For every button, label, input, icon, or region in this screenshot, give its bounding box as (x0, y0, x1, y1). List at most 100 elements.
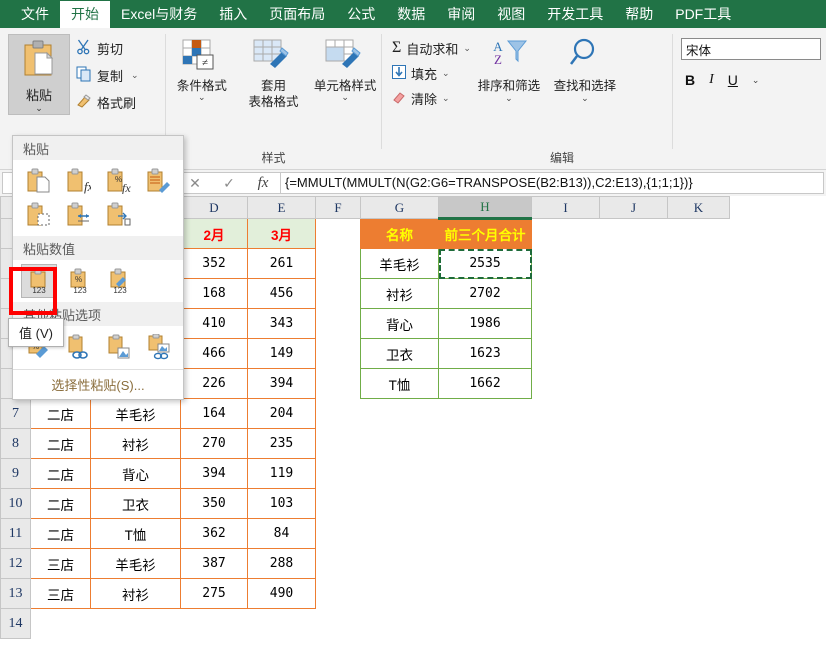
column-header-D[interactable]: D (181, 197, 248, 219)
cell-I14[interactable] (532, 609, 600, 639)
tab-insert[interactable]: 插入 (208, 1, 258, 28)
chevron-down-icon[interactable]: ⌄ (442, 68, 450, 79)
cell-I12[interactable] (532, 549, 600, 579)
fx-icon[interactable]: fx (246, 175, 280, 192)
tab-file[interactable]: 文件 (10, 1, 60, 28)
cell-E7[interactable]: 204 (248, 399, 316, 429)
tab-help[interactable]: 帮助 (614, 1, 664, 28)
cell-H9[interactable] (439, 459, 532, 489)
row-header-8[interactable]: 8 (1, 429, 31, 459)
cell-I6[interactable] (532, 369, 600, 399)
cell-E9[interactable]: 119 (248, 459, 316, 489)
cell-I11[interactable] (532, 519, 600, 549)
cell-G6[interactable]: T恤 (361, 369, 439, 399)
cell-B8-item[interactable]: 衬衫 (91, 429, 181, 459)
cell-D6[interactable]: 226 (181, 369, 248, 399)
chevron-down-icon[interactable]: ⌄ (463, 43, 471, 54)
cell-F3[interactable] (316, 279, 361, 309)
table-style-button[interactable]: 套用 表格格式 (238, 38, 308, 109)
cell-K10[interactable] (668, 489, 730, 519)
cell-J5[interactable] (600, 339, 668, 369)
cell-K12[interactable] (668, 549, 730, 579)
cell-B9[interactable]: 二店 (31, 459, 91, 489)
chevron-down-icon[interactable]: ⌄ (752, 75, 760, 86)
cell-I9[interactable] (532, 459, 600, 489)
cell-H14[interactable] (439, 609, 532, 639)
cell-I1[interactable] (532, 219, 600, 249)
paste-button[interactable]: 粘贴 ⌄ (8, 34, 70, 115)
cell-F14[interactable] (316, 609, 361, 639)
cut-button[interactable]: 剪切 (76, 36, 139, 60)
cell-J1[interactable] (600, 219, 668, 249)
chevron-down-icon[interactable]: ⌄ (505, 94, 513, 103)
cell-I8[interactable] (532, 429, 600, 459)
cell-D3[interactable]: 168 (181, 279, 248, 309)
tab-view[interactable]: 视图 (486, 1, 536, 28)
cell-D1[interactable]: 2月 (181, 219, 248, 249)
cell-J2[interactable] (600, 249, 668, 279)
cell-F7[interactable] (316, 399, 361, 429)
row-header-10[interactable]: 10 (1, 489, 31, 519)
cell-E1[interactable]: 3月 (248, 219, 316, 249)
tab-page-layout[interactable]: 页面布局 (258, 1, 336, 28)
tab-formulas[interactable]: 公式 (336, 1, 386, 28)
autosum-button[interactable]: Σ 自动求和 ⌄ (392, 36, 471, 60)
cell-J12[interactable] (600, 549, 668, 579)
cell-B13-item[interactable]: 衬衫 (91, 579, 181, 609)
row-header-12[interactable]: 12 (1, 549, 31, 579)
cell-C14[interactable] (91, 609, 181, 639)
cell-I4[interactable] (532, 309, 600, 339)
cell-F4[interactable] (316, 309, 361, 339)
row-header-14[interactable]: 14 (1, 609, 31, 639)
clear-button[interactable]: 清除 ⌄ (392, 86, 471, 110)
cell-B14[interactable] (31, 609, 91, 639)
paste-formulas-icon[interactable]: fx (61, 164, 97, 198)
cell-F11[interactable] (316, 519, 361, 549)
cell-K1[interactable] (668, 219, 730, 249)
cell-J6[interactable] (600, 369, 668, 399)
cell-D12[interactable]: 387 (181, 549, 248, 579)
tab-excel-finance[interactable]: Excel与财务 (110, 1, 208, 28)
cell-G12[interactable] (361, 549, 439, 579)
cell-style-button[interactable]: 单元格样式 ⌄ (310, 38, 380, 102)
column-header-F[interactable]: F (316, 197, 361, 219)
cell-B8[interactable]: 二店 (31, 429, 91, 459)
cell-E14[interactable] (248, 609, 316, 639)
cell-D4[interactable]: 410 (181, 309, 248, 339)
tab-developer[interactable]: 开发工具 (536, 1, 614, 28)
cell-F5[interactable] (316, 339, 361, 369)
cell-G7[interactable] (361, 399, 439, 429)
cell-H4[interactable]: 1986 (439, 309, 532, 339)
cell-K8[interactable] (668, 429, 730, 459)
cell-H2[interactable]: 2535 (439, 249, 532, 279)
cell-J8[interactable] (600, 429, 668, 459)
italic-button[interactable]: I (709, 72, 714, 88)
cell-D2[interactable]: 352 (181, 249, 248, 279)
paste-colwidths-icon[interactable] (61, 198, 97, 232)
cell-D11[interactable]: 362 (181, 519, 248, 549)
cell-K4[interactable] (668, 309, 730, 339)
cell-H7[interactable] (439, 399, 532, 429)
row-header-7[interactable]: 7 (1, 399, 31, 429)
column-header-H[interactable]: H (439, 197, 532, 219)
cell-K7[interactable] (668, 399, 730, 429)
cell-H8[interactable] (439, 429, 532, 459)
cell-B7[interactable]: 二店 (31, 399, 91, 429)
column-header-J[interactable]: J (600, 197, 668, 219)
font-name-input[interactable] (681, 38, 821, 60)
bold-button[interactable]: B (685, 72, 695, 88)
cell-E12[interactable]: 288 (248, 549, 316, 579)
cell-G5[interactable]: 卫衣 (361, 339, 439, 369)
cell-H11[interactable] (439, 519, 532, 549)
column-header-E[interactable]: E (248, 197, 316, 219)
cell-K3[interactable] (668, 279, 730, 309)
cell-B12-item[interactable]: 羊毛衫 (91, 549, 181, 579)
paste-values-numfmt-icon[interactable]: % 123 (61, 264, 97, 298)
row-header-9[interactable]: 9 (1, 459, 31, 489)
cell-B13[interactable]: 三店 (31, 579, 91, 609)
cell-F10[interactable] (316, 489, 361, 519)
cell-B10[interactable]: 二店 (31, 489, 91, 519)
tab-review[interactable]: 审阅 (436, 1, 486, 28)
cell-F8[interactable] (316, 429, 361, 459)
cell-G11[interactable] (361, 519, 439, 549)
